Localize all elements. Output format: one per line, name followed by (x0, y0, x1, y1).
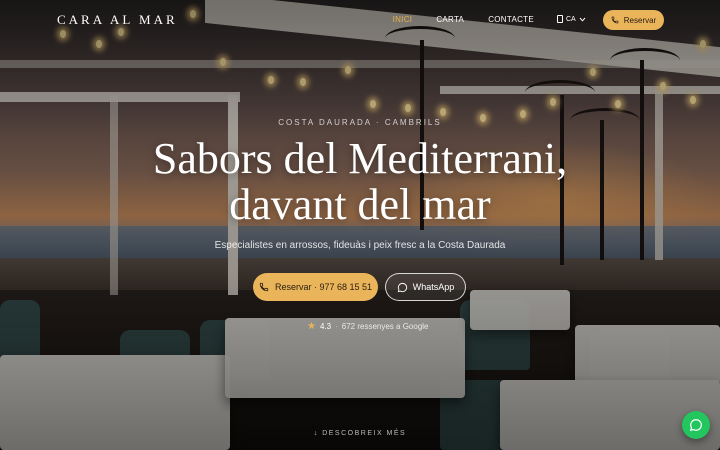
hero-eyebrow: COSTA DAURADA · CAMBRILS (278, 118, 442, 127)
header-reserve-button[interactable]: Reservar (603, 10, 664, 30)
scroll-down-hint[interactable]: ↓ DESCOBREIX MÉS (0, 430, 720, 437)
main-nav: INICI CARTA CONTACTE (393, 15, 534, 24)
globe-icon (557, 15, 563, 23)
star-icon: ★ (307, 321, 316, 332)
google-rating: ★ 4.3 · 672 ressenyes a Google (307, 321, 429, 332)
hero-title: Sabors del Mediterrani, davant del mar (0, 136, 720, 228)
hero-subtitle: Especialistes en arrossos, fideuàs i pei… (214, 240, 506, 251)
rating-reviews: 672 ressenyes a Google (341, 322, 429, 331)
hero-title-line-2: davant del mar (229, 180, 491, 229)
chat-icon (689, 419, 702, 432)
chat-button[interactable] (682, 411, 710, 439)
header-reserve-label: Reservar (623, 15, 657, 25)
rating-separator: · (335, 322, 338, 331)
nav-item-carta[interactable]: CARTA (436, 15, 464, 24)
site-header: CARA AL MAR INICI CARTA CONTACTE CA Rese… (0, 0, 720, 40)
phone-icon (611, 16, 619, 24)
nav-item-inici[interactable]: INICI (393, 15, 413, 24)
chevron-down-icon (579, 17, 586, 22)
site-logo[interactable]: CARA AL MAR (57, 12, 178, 28)
whatsapp-button[interactable]: WhatsApp (385, 273, 466, 301)
language-code: CA (566, 15, 576, 23)
whatsapp-icon (397, 282, 407, 292)
phone-icon (259, 282, 269, 292)
nav-item-contacte[interactable]: CONTACTE (488, 15, 534, 24)
whatsapp-label: WhatsApp (412, 282, 455, 292)
reserve-call-button[interactable]: Reservar · 977 68 15 51 (253, 273, 378, 301)
language-selector[interactable]: CA (557, 15, 586, 23)
hero-title-line-1: Sabors del Mediterrani, (152, 134, 568, 183)
reserve-call-label: Reservar · 977 68 15 51 (274, 282, 373, 292)
rating-score: 4.3 (319, 322, 332, 331)
